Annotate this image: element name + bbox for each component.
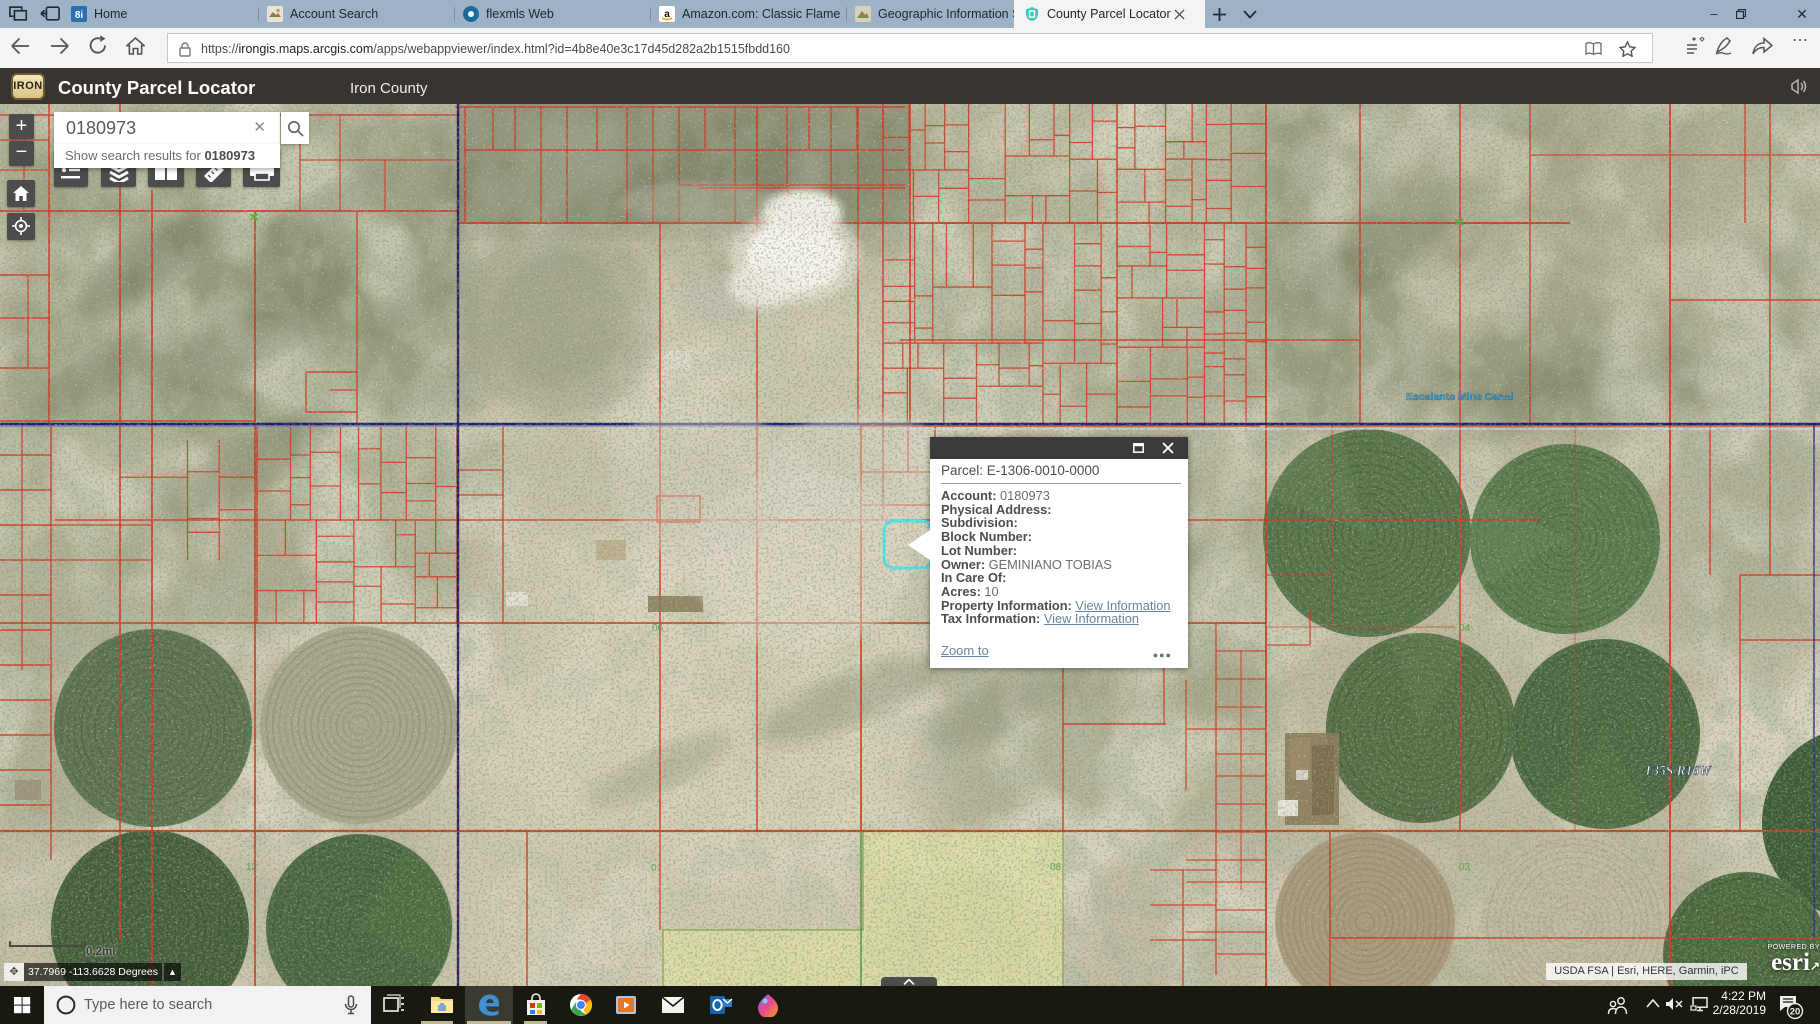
- svg-text:a: a: [664, 9, 670, 20]
- svg-text:8i: 8i: [75, 10, 84, 21]
- svg-text:20: 20: [1790, 1007, 1801, 1018]
